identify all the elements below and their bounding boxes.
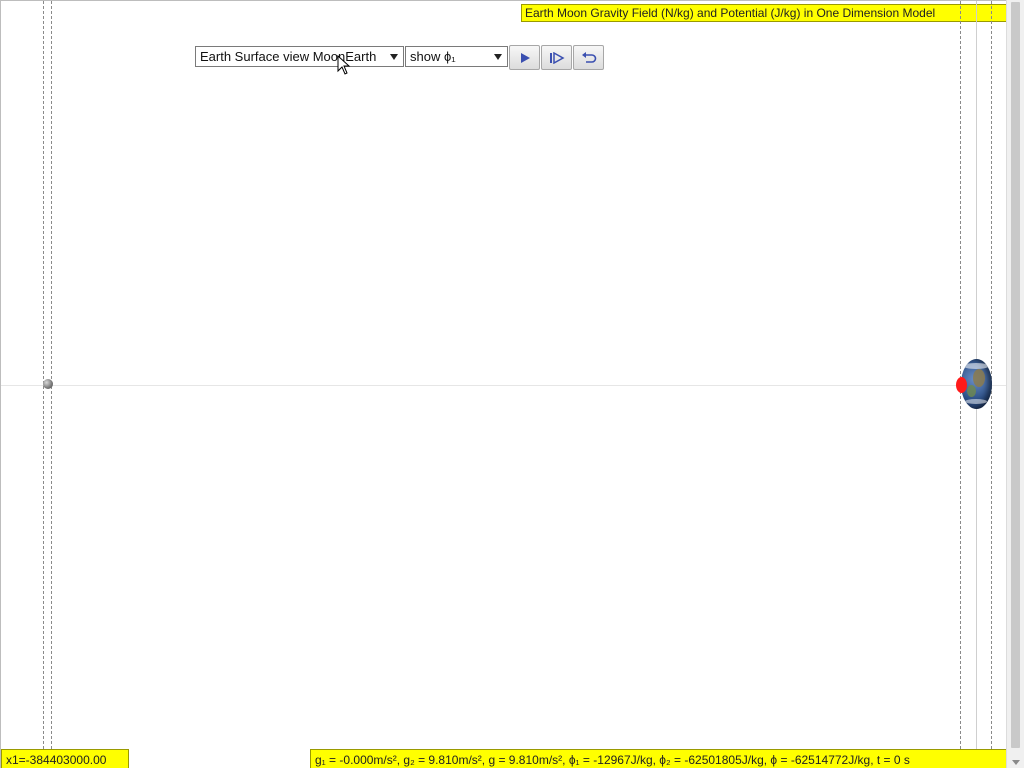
reset-icon [581, 51, 596, 63]
chevron-down-icon [494, 54, 502, 60]
chevron-down-icon [390, 54, 398, 60]
simulation-canvas[interactable]: Earth Moon Gravity Field (N/kg) and Pote… [0, 0, 1006, 768]
vertical-scrollbar[interactable] [1006, 0, 1024, 768]
values-readout: g₁ = -0.000m/s², g₂ = 9.810m/s², g = 9.8… [310, 749, 1006, 768]
reset-button[interactable] [573, 45, 604, 70]
position-readout: x1=-384403000.00 [1, 749, 129, 768]
test-mass[interactable] [956, 377, 967, 393]
show-select-value: show ϕ₁ [410, 49, 456, 64]
view-select[interactable]: Earth Surface view MoonEarth [195, 46, 404, 67]
play-button[interactable] [509, 45, 540, 70]
axis-line [1, 385, 1006, 386]
step-forward-icon [549, 51, 565, 64]
scrollbar-thumb[interactable] [1011, 2, 1020, 748]
mouse-cursor-icon [337, 55, 351, 75]
moon [43, 379, 53, 389]
play-icon [520, 52, 530, 63]
page-title: Earth Moon Gravity Field (N/kg) and Pote… [521, 4, 1006, 22]
step-button[interactable] [541, 45, 572, 70]
show-select[interactable]: show ϕ₁ [405, 46, 508, 67]
scroll-down-icon[interactable] [1012, 760, 1020, 765]
